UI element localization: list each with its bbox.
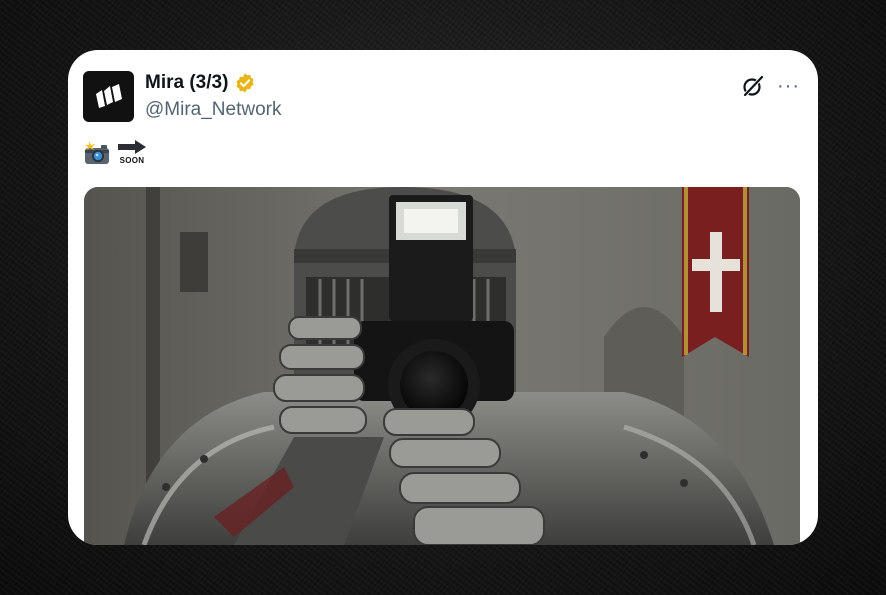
mira-logo-icon: [95, 83, 122, 108]
arrow-right-icon: [118, 140, 146, 154]
more-options-icon[interactable]: ···: [777, 76, 800, 96]
author-handle[interactable]: @Mira_Network: [145, 99, 281, 121]
tweet-media[interactable]: [84, 187, 800, 545]
camera-with-flash-emoji: [85, 141, 109, 164]
tweet-actions: ···: [741, 74, 800, 98]
avatar[interactable]: [83, 71, 134, 122]
soon-label: SOON: [119, 156, 145, 165]
author-row: Mira (3/3): [145, 72, 256, 94]
author-name[interactable]: Mira (3/3): [145, 72, 228, 94]
tweet-text: SOON: [83, 140, 147, 166]
grok-icon[interactable]: [741, 74, 765, 98]
soon-arrow-emoji: SOON: [117, 140, 147, 165]
knight-with-camera-image: [84, 187, 800, 545]
verified-badge-icon: [236, 73, 254, 93]
tweet-card[interactable]: Mira (3/3) @Mira_Network ··· SOON: [68, 50, 818, 545]
